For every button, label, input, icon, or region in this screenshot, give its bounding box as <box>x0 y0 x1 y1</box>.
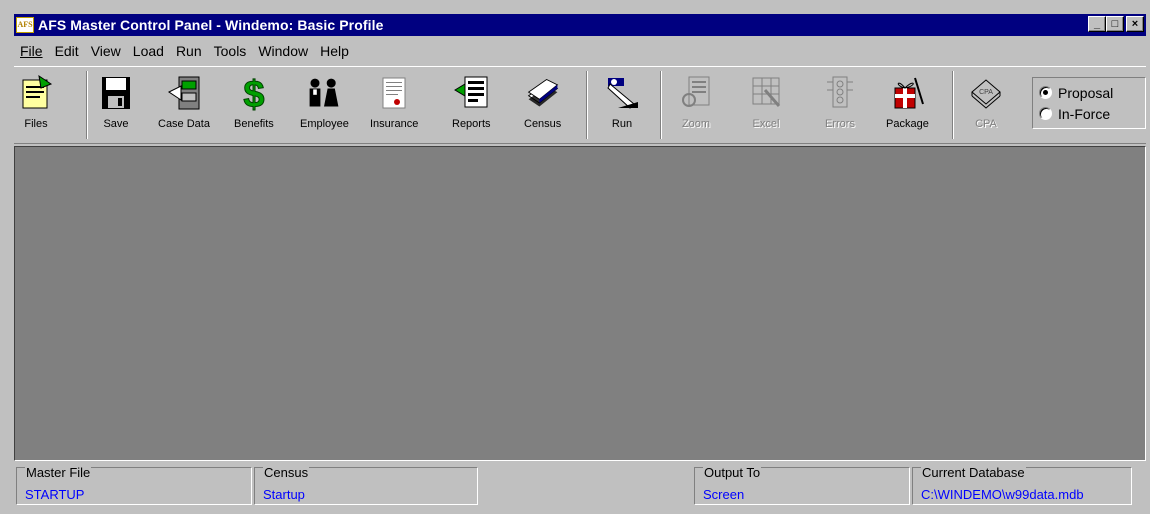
zoom-label: Zoom <box>681 118 711 130</box>
proposal-radio-option[interactable]: Proposal <box>1039 82 1139 103</box>
reports-button[interactable]: Reports <box>452 73 491 130</box>
toolbar-separator <box>86 71 88 139</box>
case-data-button[interactable]: Case Data <box>158 73 210 130</box>
insurance-button[interactable]: Insurance <box>370 73 418 130</box>
menu-window[interactable]: Window <box>252 43 314 59</box>
files-label: Files <box>24 118 48 130</box>
employees-icon <box>306 73 342 113</box>
master-file-caption: Master File <box>25 465 92 480</box>
case-data-icon <box>166 73 202 113</box>
floppy-disk-icon <box>98 73 134 113</box>
census-label: Census <box>524 118 562 130</box>
in-force-label: In-Force <box>1058 105 1111 122</box>
toolbar: Files Save Case Data $ Benefits Employee… <box>14 66 1146 144</box>
status-bar: Master File STARTUP Census Startup Outpu… <box>14 463 1146 509</box>
census-caption: Census <box>263 465 310 480</box>
menu-view[interactable]: View <box>85 43 127 59</box>
svg-text:CPA: CPA <box>979 89 993 96</box>
title-bar[interactable]: AFS AFS Master Control Panel - Windemo: … <box>14 14 1146 36</box>
employee-button[interactable]: Employee <box>300 73 349 130</box>
menu-tools[interactable]: Tools <box>208 43 253 59</box>
census-button[interactable]: Census <box>524 73 561 130</box>
menu-run[interactable]: Run <box>170 43 208 59</box>
dollar-sign-icon: $ <box>236 73 272 113</box>
case-data-label: Case Data <box>158 118 210 130</box>
cpa-button[interactable]: CPA CPA <box>968 73 1004 130</box>
output-to-value: Screen <box>703 487 745 502</box>
run-icon <box>604 73 640 113</box>
run-label: Run <box>611 118 633 130</box>
output-to-panel: Output To Screen <box>694 465 910 505</box>
benefits-label: Benefits <box>234 118 274 130</box>
close-button[interactable]: × <box>1126 16 1144 32</box>
maximize-button[interactable]: □ <box>1106 16 1124 32</box>
reports-icon <box>453 73 489 113</box>
run-button[interactable]: Run <box>604 73 640 130</box>
toolbar-separator <box>952 71 954 139</box>
benefits-button[interactable]: $ Benefits <box>234 73 274 130</box>
zoom-button[interactable]: Zoom <box>678 73 714 130</box>
census-panel: Census Startup <box>254 465 478 505</box>
mode-radio-group: Proposal In-Force <box>1032 77 1146 129</box>
current-database-caption: Current Database <box>921 465 1026 480</box>
save-label: Save <box>103 118 129 130</box>
excel-label: Excel <box>752 118 780 130</box>
master-file-value: STARTUP <box>25 487 85 502</box>
census-value: Startup <box>263 487 305 502</box>
minimize-button[interactable]: _ <box>1088 16 1106 32</box>
files-button[interactable]: Files <box>18 73 54 130</box>
master-file-panel: Master File STARTUP <box>16 465 252 505</box>
package-label: Package <box>886 118 929 130</box>
insurance-label: Insurance <box>370 118 419 130</box>
menu-help[interactable]: Help <box>314 43 355 59</box>
census-files-icon <box>525 73 561 113</box>
cpa-book-icon: CPA <box>968 73 1004 113</box>
employee-label: Employee <box>300 118 349 130</box>
toolbar-separator <box>660 71 662 139</box>
in-force-radio-option[interactable]: In-Force <box>1039 103 1139 124</box>
current-database-value: C:\WINDEMO\w99data.mdb <box>921 487 1084 502</box>
output-to-caption: Output To <box>703 465 762 480</box>
errors-icon <box>822 73 858 113</box>
menu-bar: File Edit View Load Run Tools Window Hel… <box>14 40 355 62</box>
window-controls: _ □ × <box>1088 16 1144 32</box>
insurance-document-icon <box>376 73 412 113</box>
proposal-label: Proposal <box>1058 84 1114 101</box>
package-button[interactable]: Package <box>886 73 929 130</box>
cpa-label: CPA <box>975 118 997 130</box>
save-button[interactable]: Save <box>98 73 134 130</box>
zoom-icon <box>678 73 714 113</box>
app-logo-icon: AFS <box>16 17 34 33</box>
mdi-client-area[interactable] <box>14 146 1146 461</box>
errors-button[interactable]: Errors <box>822 73 858 130</box>
reports-label: Reports <box>452 118 491 130</box>
menu-load[interactable]: Load <box>127 43 170 59</box>
proposal-radio[interactable] <box>1039 86 1052 99</box>
svg-text:$: $ <box>243 74 264 112</box>
menu-edit[interactable]: Edit <box>49 43 85 59</box>
package-gift-icon <box>889 73 925 113</box>
main-window: AFS AFS Master Control Panel - Windemo: … <box>0 0 1150 514</box>
files-icon <box>18 73 54 113</box>
menu-file[interactable]: File <box>14 43 49 59</box>
current-database-panel: Current Database C:\WINDEMO\w99data.mdb <box>912 465 1132 505</box>
window-title: AFS Master Control Panel - Windemo: Basi… <box>38 17 384 33</box>
errors-label: Errors <box>825 118 855 130</box>
excel-button[interactable]: Excel <box>748 73 784 130</box>
toolbar-separator <box>586 71 588 139</box>
in-force-radio[interactable] <box>1039 107 1052 120</box>
excel-icon <box>748 73 784 113</box>
